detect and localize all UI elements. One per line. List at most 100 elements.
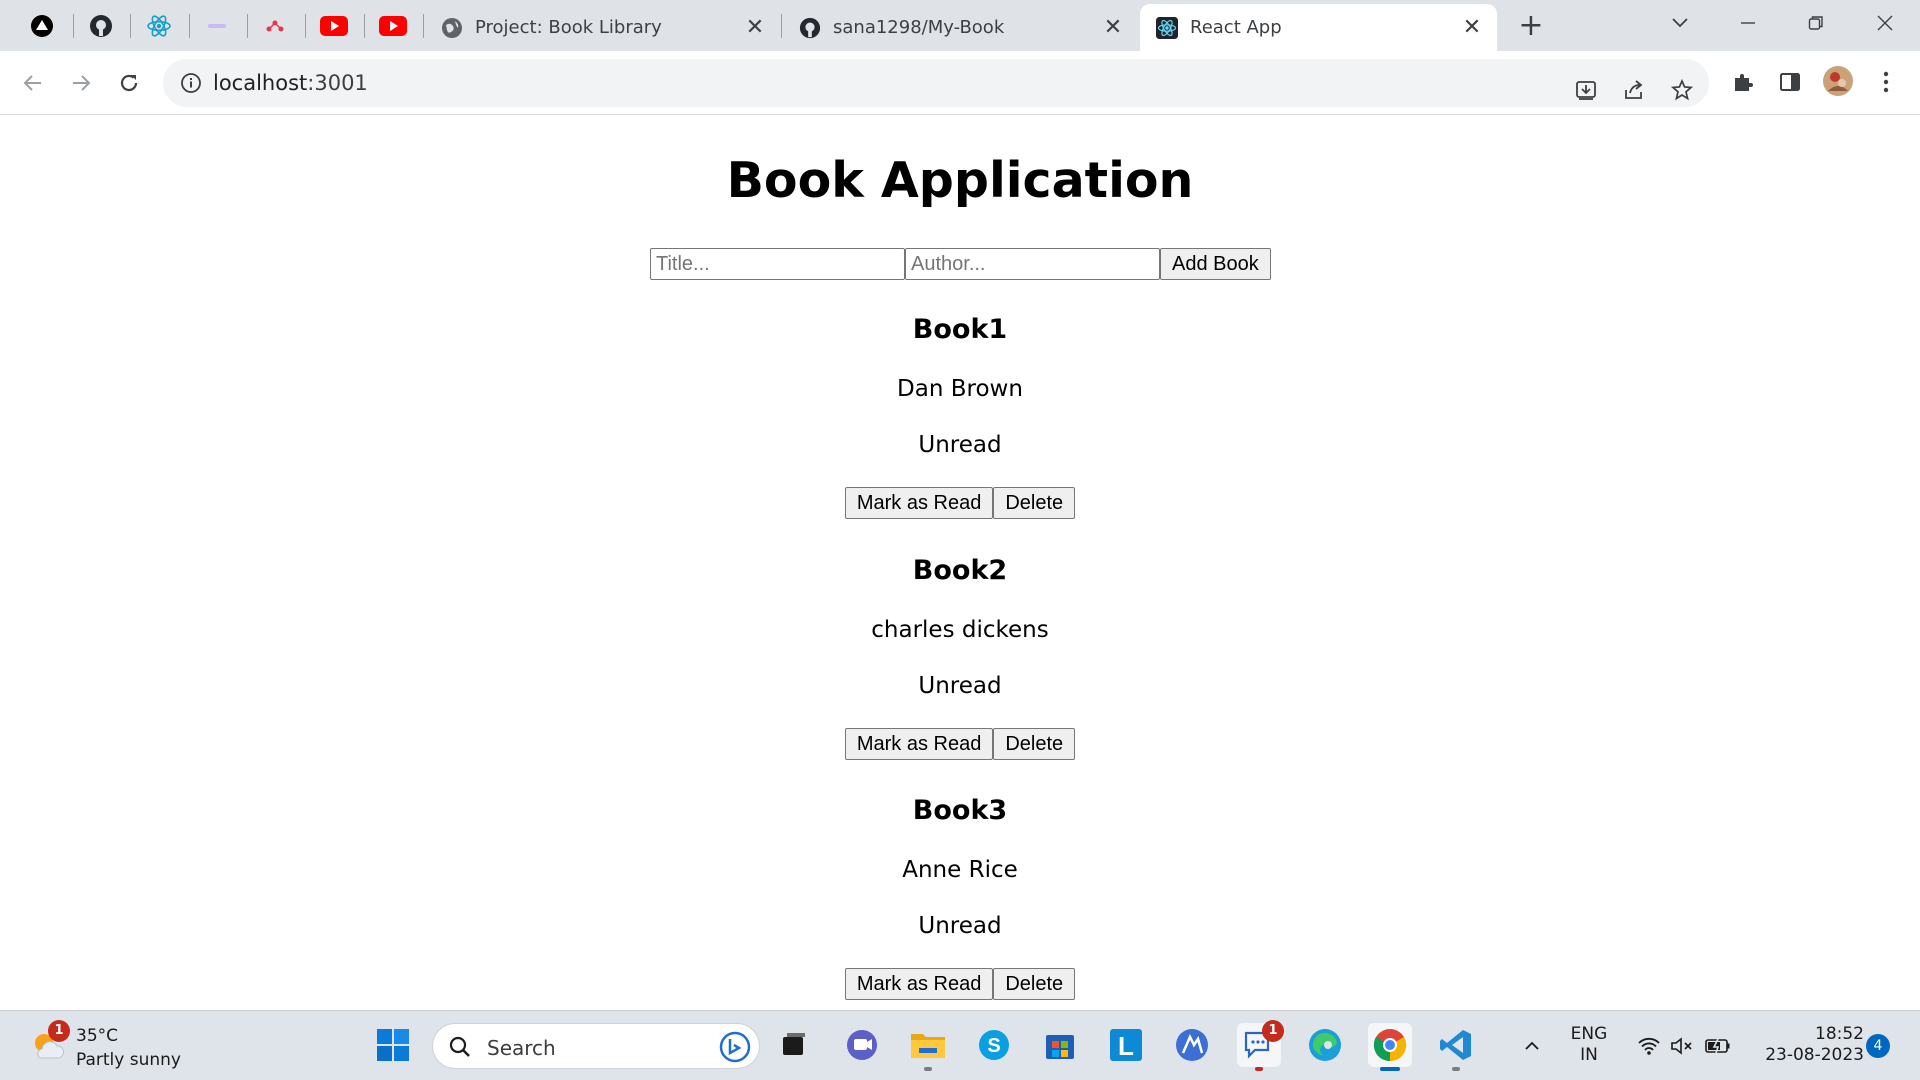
mark-as-read-button[interactable]: Mark as Read (844, 968, 994, 1000)
globe-icon (442, 17, 462, 38)
tooljet-icon (266, 20, 284, 31)
delete-button[interactable]: Delete (993, 728, 1076, 760)
new-tab-button[interactable]: + (1514, 10, 1548, 44)
tab-search-button[interactable] (1652, 6, 1708, 40)
install-app-button[interactable] (1569, 73, 1603, 107)
youtube-icon (320, 15, 348, 36)
extensions-button[interactable] (1726, 65, 1760, 99)
close-tab-icon[interactable]: ✕ (1102, 15, 1124, 40)
app-a-icon (1176, 1029, 1208, 1061)
tab-github-my-book[interactable]: sana1298/My-Book ✕ (783, 4, 1138, 51)
side-panel-button[interactable] (1773, 65, 1807, 99)
skype-button[interactable]: S (972, 1023, 1016, 1067)
tab-strip: Project: Book Library ✕ sana1298/My-Book… (0, 0, 1920, 51)
github-icon (90, 14, 112, 37)
book-title: Book2 (912, 555, 1008, 586)
delete-button[interactable]: Delete (993, 968, 1076, 1000)
bookmark-button[interactable] (1665, 73, 1699, 107)
book-status: Unread (918, 432, 1002, 458)
volume-status[interactable] (1667, 1011, 1697, 1080)
delete-button[interactable]: Delete (993, 487, 1076, 519)
book-item: Book3 Anne Rice Unread Mark as Read Dele… (0, 793, 1920, 1000)
share-icon (1625, 80, 1643, 99)
pinned-tab-youtube-1[interactable] (317, 10, 351, 41)
clock[interactable]: 18:52 23-08-2023 (1740, 1024, 1864, 1066)
restore-button[interactable] (1788, 6, 1844, 40)
forward-button[interactable] (63, 65, 99, 101)
minimize-icon (1741, 22, 1755, 24)
book-title: Book3 (912, 795, 1008, 826)
svg-text:S: S (987, 1035, 1000, 1057)
menu-button[interactable] (1869, 65, 1903, 99)
browser-toolbar: localhost:3001 (0, 51, 1920, 115)
web-page: Book Application Add Book Book1 Dan Brow… (0, 116, 1920, 1010)
svg-text:L: L (1118, 1031, 1134, 1061)
more-vertical-icon (1883, 71, 1889, 93)
battery-status[interactable] (1702, 1011, 1734, 1080)
show-hidden-icons-button[interactable] (1520, 1011, 1544, 1080)
file-explorer-button[interactable] (906, 1023, 950, 1071)
info-icon[interactable] (180, 72, 202, 94)
pinned-tab-youtube-2[interactable] (376, 10, 410, 41)
language-indicator[interactable]: ENG IN (1568, 1024, 1610, 1066)
chat-app-button[interactable]: 1 (1237, 1020, 1284, 1071)
close-window-button[interactable] (1857, 6, 1913, 40)
wifi-status[interactable] (1634, 1011, 1664, 1080)
notification-badge[interactable]: 4 (1866, 1034, 1890, 1058)
microsoft-store-button[interactable] (1038, 1023, 1082, 1067)
vscode-button[interactable] (1434, 1023, 1478, 1071)
taskbar-search[interactable]: Search (432, 1023, 760, 1069)
pinned-tab-github[interactable] (84, 10, 118, 41)
edge-button[interactable] (1303, 1023, 1347, 1067)
folder-icon (911, 1034, 945, 1058)
teams-chat-button[interactable] (840, 1023, 884, 1067)
author-input[interactable] (905, 248, 1160, 280)
weather-condition: Partly sunny (76, 1050, 181, 1070)
chat-badge: 1 (1262, 1020, 1284, 1042)
minimize-button[interactable] (1720, 6, 1776, 40)
book-author: charles dickens (871, 617, 1049, 643)
l-app-icon: L (1110, 1029, 1142, 1061)
vscode-icon (1440, 1030, 1471, 1060)
weather-temp: 35°C (76, 1026, 119, 1046)
pinned-tab-react[interactable] (142, 10, 176, 41)
close-tab-icon[interactable]: ✕ (744, 15, 766, 40)
book-author: Anne Rice (902, 857, 1018, 883)
mark-as-read-button[interactable]: Mark as Read (844, 728, 994, 760)
book-title: Book1 (912, 314, 1008, 345)
task-view-button[interactable] (772, 1023, 816, 1067)
pinned-tab-tooljet[interactable] (258, 10, 292, 41)
back-button[interactable] (15, 65, 51, 101)
book-item: Book2 charles dickens Unread Mark as Rea… (0, 553, 1920, 760)
app-a-button[interactable] (1170, 1023, 1214, 1067)
reload-icon (120, 74, 138, 92)
tab-react-app[interactable]: React App ✕ (1140, 4, 1497, 51)
weather-widget[interactable]: 1 35°C Partly sunny (26, 1018, 206, 1074)
share-button[interactable] (1617, 73, 1651, 107)
language-code: ENG (1570, 1024, 1608, 1044)
pinned-tab-vercel[interactable] (25, 10, 59, 41)
address-bar[interactable]: localhost:3001 (163, 59, 1709, 107)
youtube-icon (379, 15, 407, 36)
start-button[interactable] (371, 1023, 415, 1067)
store-icon (1046, 1035, 1074, 1059)
install-icon (1576, 81, 1596, 100)
l-app-button[interactable]: L (1104, 1023, 1148, 1067)
tab-title: sana1298/My-Book (833, 17, 1005, 38)
add-book-button[interactable]: Add Book (1160, 248, 1271, 280)
title-input[interactable] (650, 248, 905, 280)
chevron-down-icon (1672, 18, 1688, 28)
profile-button[interactable] (1821, 64, 1855, 98)
reload-button[interactable] (111, 65, 147, 101)
restore-icon (1808, 16, 1823, 30)
puzzle-icon (1735, 74, 1753, 91)
pinned-tab-stripe[interactable] (200, 10, 234, 41)
chrome-button[interactable] (1368, 1023, 1412, 1071)
avatar (1823, 66, 1853, 96)
book-status: Unread (918, 673, 1002, 699)
mark-as-read-button[interactable]: Mark as Read (844, 487, 994, 519)
vercel-icon (31, 14, 53, 37)
close-tab-icon[interactable]: ✕ (1461, 15, 1483, 40)
book-item: Book1 Dan Brown Unread Mark as Read Dele… (0, 312, 1920, 519)
tab-project-book-library[interactable]: Project: Book Library ✕ (425, 4, 780, 51)
